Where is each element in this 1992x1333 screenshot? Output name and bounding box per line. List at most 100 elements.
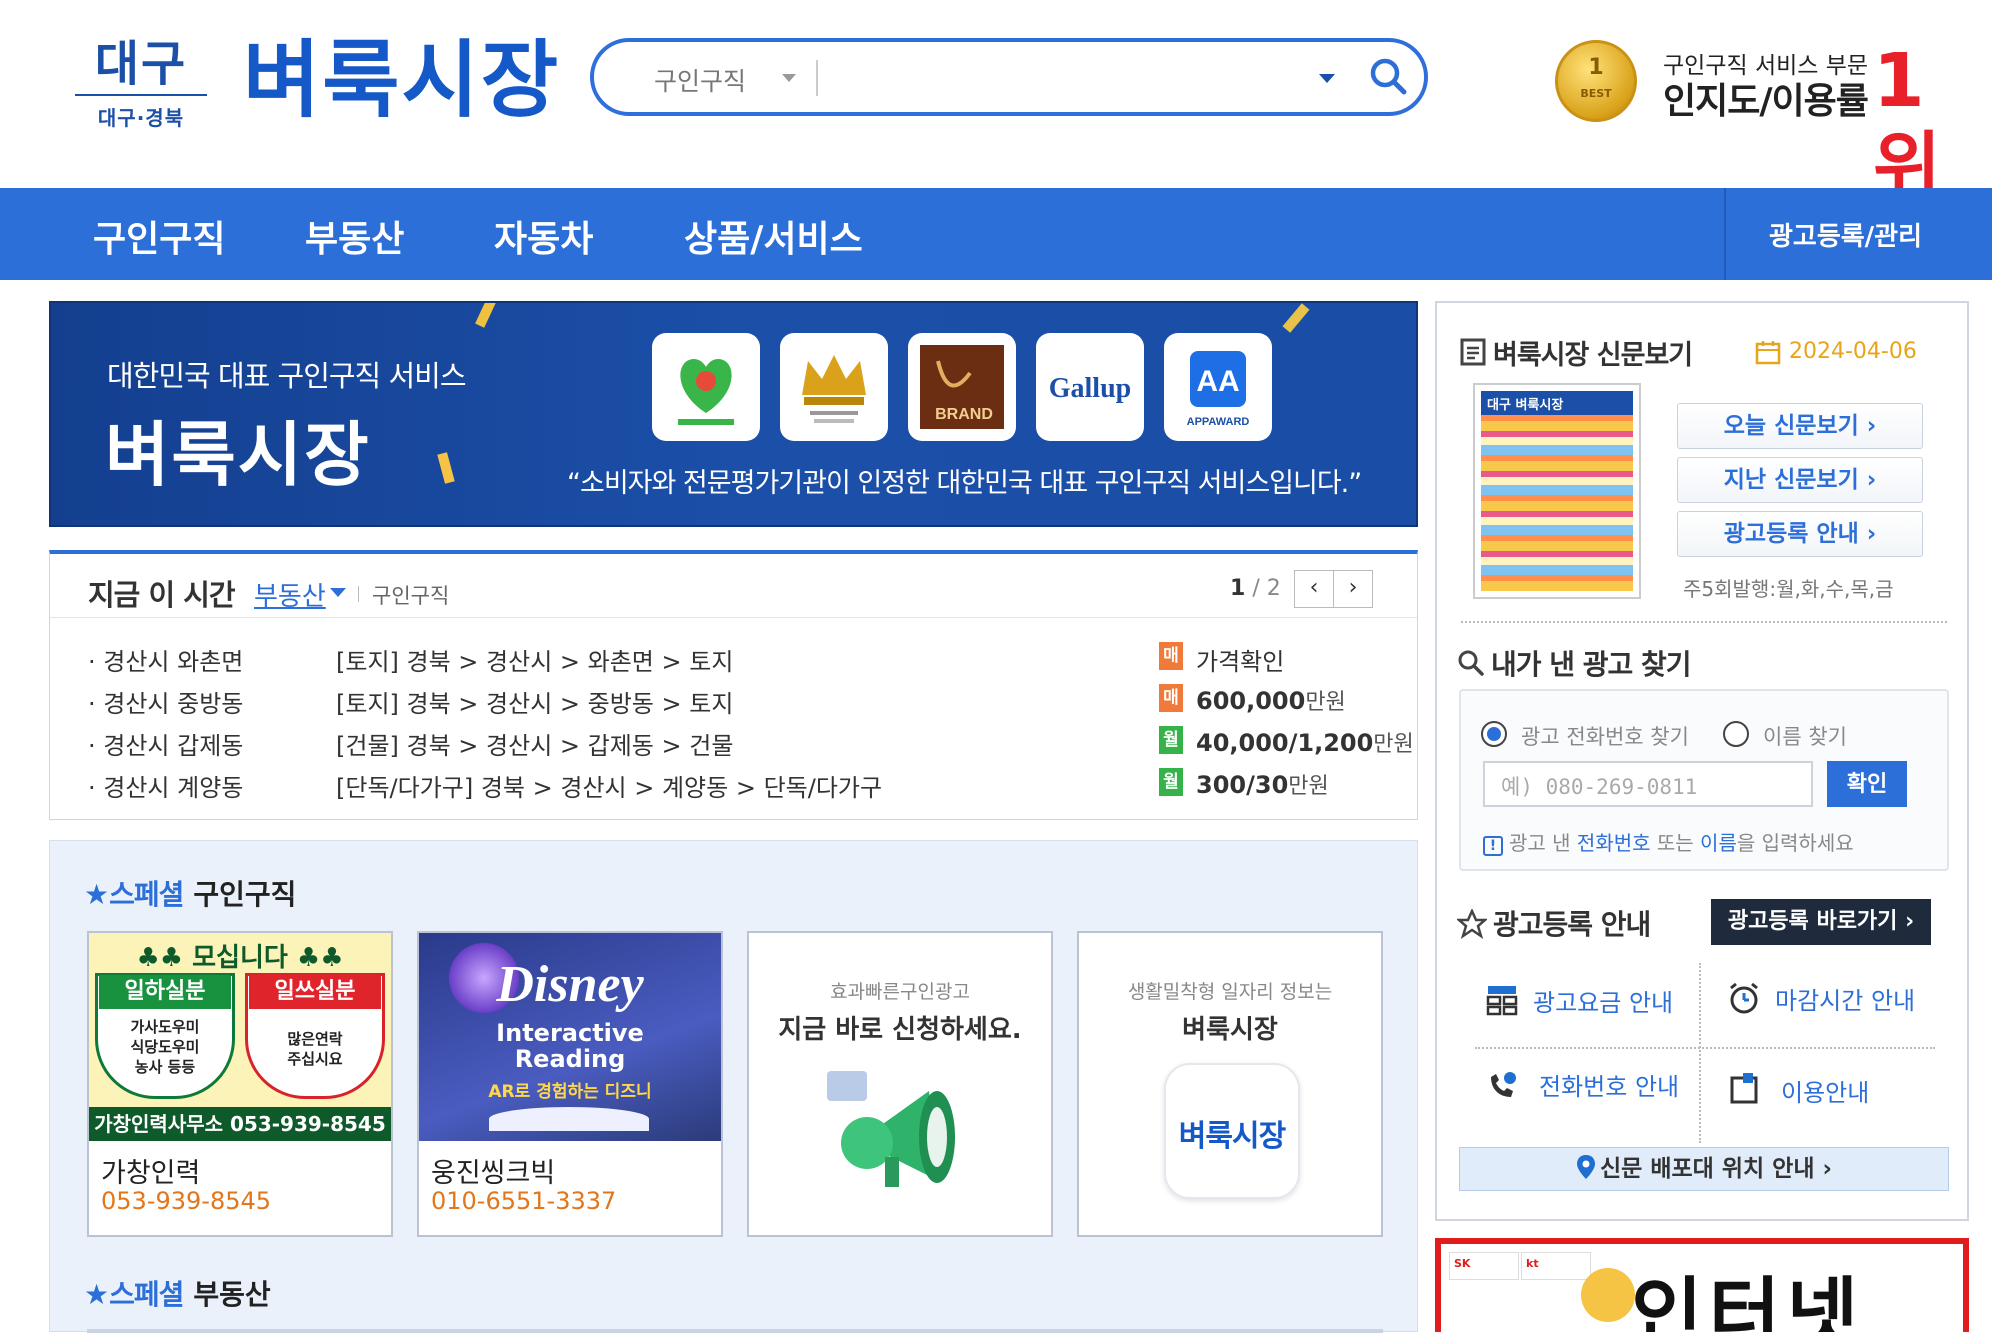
guide-doc-icon: [1730, 1073, 1758, 1104]
region-logo[interactable]: 대구 대구·경북: [75, 36, 207, 130]
listing-path[interactable]: [토지] 경북 > 경산시 > 중방동 > 토지: [336, 684, 733, 719]
svg-text:BRAND: BRAND: [935, 406, 993, 423]
app-icon: 벼룩시장: [1164, 1063, 1300, 1199]
sidebar: 벼룩시장 신문보기 2024-04-06 대구 벼룩시장 오늘 신문보기 › 지…: [1435, 301, 1969, 1221]
nav-item-jobs[interactable]: 구인구직: [93, 210, 225, 262]
radio-name-label[interactable]: 이름 찾기: [1763, 721, 1847, 751]
special-job-card[interactable]: Disney Interactive Reading AR로 경험하는 디즈니 …: [417, 931, 723, 1237]
past-newspaper-button[interactable]: 지난 신문보기 ›: [1677, 457, 1923, 503]
telecom-logo: kt: [1521, 1252, 1591, 1280]
internet-ad-banner[interactable]: SK kt 인터넷: [1435, 1238, 1969, 1332]
news-title: 벼룩시장 신문보기: [1493, 340, 1693, 371]
listing-location: · 경산시 와촌면: [88, 648, 244, 676]
listing-path[interactable]: [토지] 경북 > 경산시 > 와촌면 > 토지: [336, 642, 733, 677]
brand-logo[interactable]: 벼룩시장: [243, 30, 560, 130]
search-bar: 구인구직: [590, 38, 1428, 116]
confirm-button[interactable]: 확인: [1827, 761, 1907, 807]
radio-phone[interactable]: [1481, 721, 1507, 747]
special-apply-card[interactable]: 효과빠른구인광고 지금 바로 신청하세요.: [747, 931, 1053, 1237]
distribution-location-button[interactable]: 신문 배포대 위치 안내 ›: [1459, 1147, 1949, 1191]
chevron-down-icon[interactable]: [330, 588, 346, 597]
card-big-text: 벼룩시장: [1182, 1015, 1278, 1045]
special-section: ★스페셜 구인구직 ♣♣ 모십니다 ♣♣ 일하실분 일쓰실분 가사도우미 식당도우…: [49, 840, 1418, 1333]
today-newspaper-button[interactable]: 오늘 신문보기 ›: [1677, 403, 1923, 449]
now-category-jobs[interactable]: 구인구직: [372, 580, 449, 610]
listing-path[interactable]: [건물] 경북 > 경산시 > 갑제동 > 건물: [336, 726, 733, 761]
internet-banner-text: 인터넷: [1631, 1270, 1865, 1332]
divider: [1475, 1047, 1935, 1049]
ad-price-link[interactable]: 광고요금 안내: [1533, 983, 1673, 1018]
award-badge: 1 BEST 구인구직 서비스 부문 인지도/이용률 1위: [1555, 36, 1965, 210]
prev-page-button[interactable]: ‹: [1294, 570, 1334, 608]
find-ad-form: 광고 전화번호 찾기 이름 찾기 예) 080-269-0811 확인 ! 광고 …: [1459, 689, 1949, 871]
listing-row[interactable]: · 경산시 계양동 [단독/다가구] 경북 > 경산시 > 계양동 > 단독/다…: [50, 768, 1417, 810]
find-ad-note: ! 광고 낸 전화번호 또는 이름을 입력하세요: [1483, 827, 1854, 856]
sale-tag: 매: [1159, 684, 1183, 712]
special-job-card[interactable]: ♣♣ 모십니다 ♣♣ 일하실분 일쓰실분 가사도우미 식당도우미 농사 등등 많…: [87, 931, 393, 1237]
listing-location: · 경산시 갑제동: [88, 732, 244, 760]
deadline-link[interactable]: 마감시간 안내: [1775, 981, 1915, 1016]
award-rank: 1위: [1873, 38, 1941, 210]
star-icon: ★: [84, 1278, 110, 1311]
card-big-text: 지금 바로 신청하세요.: [778, 1015, 1022, 1045]
nav-item-realestate[interactable]: 부동산: [305, 210, 404, 262]
region-logo-title: 대구: [94, 36, 188, 92]
search-icon: [1458, 650, 1484, 676]
region-logo-subtitle: 대구·경북: [97, 106, 185, 130]
banner-title: 벼룩시장: [105, 414, 371, 496]
listing-price: 600,000만원: [1196, 687, 1346, 715]
find-ad-input[interactable]: 예) 080-269-0811: [1483, 761, 1813, 807]
card-small-text: 생활밀착형 일자리 정보는: [1127, 981, 1333, 1003]
search-divider: [816, 60, 818, 96]
nav-item-products[interactable]: 상품/서비스: [684, 210, 863, 262]
job-ad-image: Disney Interactive Reading AR로 경험하는 디즈니: [419, 933, 721, 1141]
monthly-tag: 월: [1159, 726, 1183, 754]
now-title: 지금 이 시간: [88, 578, 236, 612]
ad-register-shortcut-button[interactable]: 광고등록 바로가기 ›: [1711, 899, 1931, 945]
divider: [358, 586, 359, 602]
listing-row[interactable]: · 경산시 중방동 [토지] 경북 > 경산시 > 중방동 > 토지 매 600…: [50, 684, 1417, 726]
main-nav: 구인구직 부동산 자동차 상품/서비스 광고등록/관리: [0, 188, 1992, 280]
info-icon: !: [1483, 836, 1503, 856]
special-app-card[interactable]: 생활밀착형 일자리 정보는 벼룩시장 벼룩시장: [1077, 931, 1383, 1237]
now-category-select[interactable]: 부동산: [254, 576, 326, 613]
nav-item-cars[interactable]: 자동차: [494, 210, 593, 262]
divider: [1699, 963, 1701, 1143]
search-icon[interactable]: [1364, 52, 1414, 102]
banner-quote: “소비자와 전문평가기관이 인정한 대한민국 대표 구인구직 서비스입니다.”: [567, 468, 1362, 499]
chevron-down-icon[interactable]: [782, 74, 796, 82]
newspaper-thumbnail[interactable]: 대구 벼룩시장: [1473, 383, 1641, 599]
telecom-logo: SK: [1449, 1252, 1519, 1280]
listing-price: 300/30만원: [1196, 771, 1329, 799]
star-icon: ★: [84, 878, 110, 911]
page-indicator: 1 / 2: [1230, 576, 1281, 601]
header: 대구 대구·경북 벼룩시장 구인구직 1 BEST 구인구직 서비스 부문 인지도…: [0, 0, 1992, 210]
nav-divider: [1724, 188, 1726, 280]
price-table-icon: [1486, 986, 1518, 1016]
nav-ad-manage-link[interactable]: 광고등록/관리: [1769, 216, 1922, 253]
listing-price: 40,000/1,200만원: [1196, 729, 1414, 757]
search-dropdown-icon[interactable]: [1319, 74, 1335, 83]
hero-banner[interactable]: 대한민국 대표 구인구직 서비스 벼룩시장 BRAND Gallup AA APP…: [49, 301, 1418, 527]
region-logo-divider: [75, 94, 207, 96]
card-company: 가창인력: [101, 1158, 201, 1189]
confetti-decoration: [475, 303, 497, 328]
search-input[interactable]: [830, 56, 1310, 100]
usage-guide-link[interactable]: 이용안내: [1781, 1073, 1869, 1108]
now-header: 지금 이 시간 부동산 구인구직 1 / 2 ‹ ›: [50, 554, 1417, 618]
publish-schedule: 주5회발행:월,화,수,목,금: [1683, 577, 1894, 601]
listing-path[interactable]: [단독/다가구] 경북 > 경산시 > 계양동 > 단독/다가구: [336, 768, 882, 803]
listing-row[interactable]: · 경산시 와촌면 [토지] 경북 > 경산시 > 와촌면 > 토지 매 가격확…: [50, 642, 1417, 684]
ad-register-info-button[interactable]: 광고등록 안내 ›: [1677, 511, 1923, 557]
phone-info-link[interactable]: 전화번호 안내: [1539, 1067, 1679, 1102]
monthly-tag: 월: [1159, 768, 1183, 796]
special-jobs-title: ★스페셜 구인구직: [84, 878, 297, 911]
listing-row[interactable]: · 경산시 갑제동 [건물] 경북 > 경산시 > 갑제동 > 건물 월 40,…: [50, 726, 1417, 768]
radio-name[interactable]: [1723, 721, 1749, 747]
app-award-icon: AA APPAWARD: [1164, 333, 1272, 441]
now-listings: 지금 이 시간 부동산 구인구직 1 / 2 ‹ › · 경산시 와촌면 [토지…: [49, 550, 1418, 820]
radio-phone-label[interactable]: 광고 전화번호 찾기: [1521, 721, 1689, 751]
next-page-button[interactable]: ›: [1333, 570, 1373, 608]
search-category-select[interactable]: 구인구직: [654, 62, 746, 98]
divider: [1461, 621, 1947, 623]
